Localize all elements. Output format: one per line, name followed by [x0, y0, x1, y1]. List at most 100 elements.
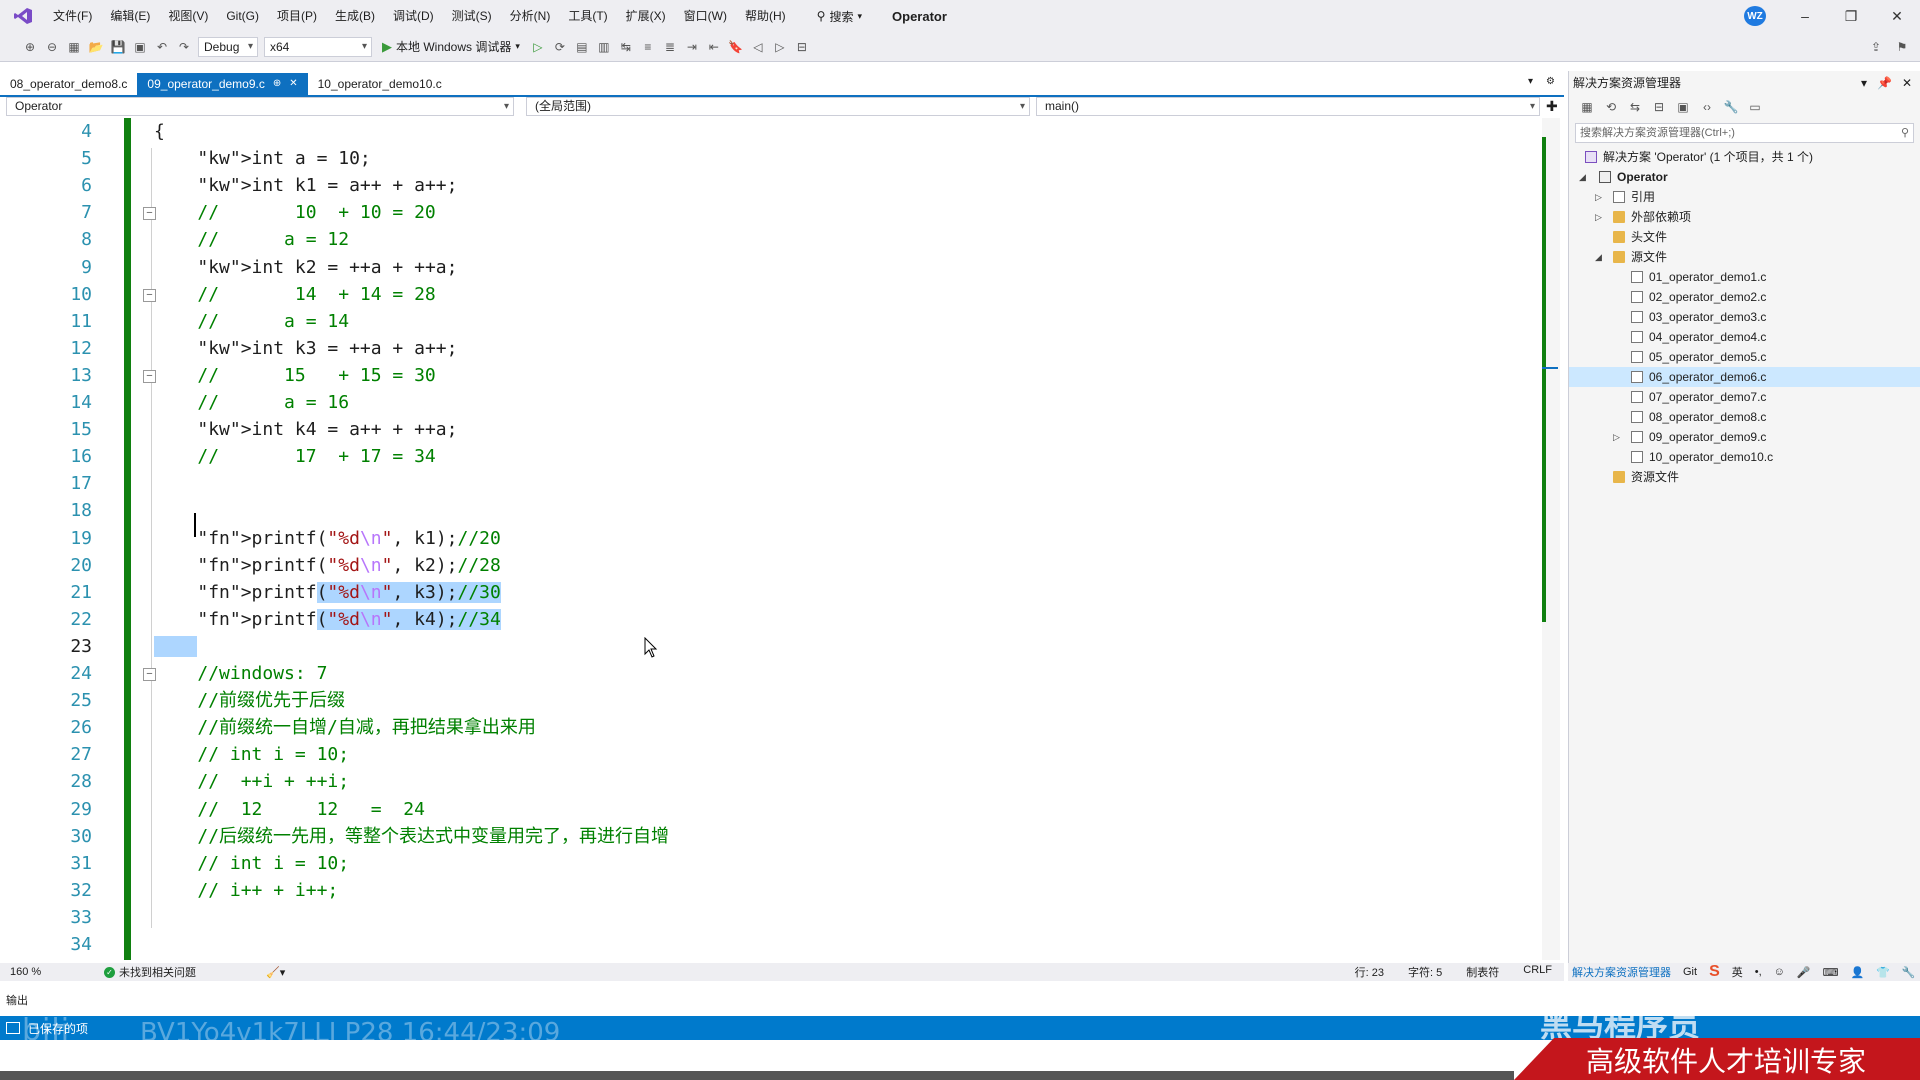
- collapse-region-icon[interactable]: −: [143, 207, 156, 221]
- code-line[interactable]: "kw">int a = 10;: [154, 145, 370, 172]
- tree-file[interactable]: 03_operator_demo3.c: [1569, 307, 1920, 327]
- start-debugging-button[interactable]: ▶ 本地 Windows 调试器 ▾: [378, 38, 524, 55]
- close-icon[interactable]: ✕: [1902, 71, 1912, 95]
- code-line[interactable]: // a = 12: [154, 226, 349, 253]
- output-pane-label[interactable]: 输出: [6, 992, 28, 1008]
- tree-resource-files[interactable]: 资源文件: [1569, 467, 1920, 487]
- view-code-icon[interactable]: ‹›: [1699, 99, 1715, 115]
- code-line[interactable]: {: [154, 118, 165, 145]
- code-line[interactable]: // ++i + ++i;: [154, 768, 349, 795]
- share-icon[interactable]: ⇪: [1868, 39, 1884, 55]
- bookmark-icon[interactable]: 🔖: [728, 39, 744, 55]
- zoom-dropdown[interactable]: 160 %: [10, 966, 70, 978]
- tab-overflow-icon[interactable]: ▾: [1528, 76, 1533, 87]
- tree-file[interactable]: 08_operator_demo8.c: [1569, 407, 1920, 427]
- user-avatar[interactable]: WZ: [1744, 6, 1766, 26]
- tree-project[interactable]: ◢ Operator: [1569, 167, 1920, 187]
- configuration-dropdown[interactable]: Debug: [198, 36, 258, 57]
- tree-source-files[interactable]: ◢ 源文件: [1569, 247, 1920, 267]
- search-button[interactable]: ⚲ 搜索 ▾: [809, 8, 870, 25]
- code-line[interactable]: //前缀统一自增/自减，再把结果拿出来用: [154, 714, 536, 741]
- tree-file[interactable]: 05_operator_demo5.c: [1569, 347, 1920, 367]
- code-line[interactable]: // a = 16: [154, 389, 349, 416]
- browse-icon[interactable]: ▤: [574, 39, 590, 55]
- layout-icon[interactable]: ▥: [596, 39, 612, 55]
- tree-file[interactable]: 02_operator_demo2.c: [1569, 287, 1920, 307]
- microphone-icon[interactable]: 🎤: [1797, 966, 1811, 979]
- menu-item[interactable]: 文件(F): [44, 0, 101, 32]
- pin-icon[interactable]: 📌: [1877, 71, 1892, 95]
- input-method-icon[interactable]: S: [1709, 963, 1720, 981]
- next-bookmark-icon[interactable]: ▷: [772, 39, 788, 55]
- code-line[interactable]: // a = 14: [154, 308, 349, 335]
- eol-indicator[interactable]: CRLF: [1523, 964, 1552, 980]
- tools-icon[interactable]: 🔧: [1902, 966, 1916, 979]
- user-icon[interactable]: 👤: [1850, 966, 1864, 979]
- issues-indicator[interactable]: ✓ 未找到相关问题: [104, 964, 196, 980]
- menu-item[interactable]: 项目(P): [268, 0, 326, 32]
- forward-nav-icon[interactable]: ⊖: [44, 39, 60, 55]
- code-line[interactable]: "kw">int k1 = a++ + a++;: [154, 172, 457, 199]
- pin-tab-icon[interactable]: ⊕: [273, 73, 281, 95]
- comment-icon[interactable]: ≡: [640, 39, 656, 55]
- code-line[interactable]: // int i = 10;: [154, 741, 349, 768]
- tree-references[interactable]: ▷ 引用: [1569, 187, 1920, 207]
- collapse-region-icon[interactable]: −: [143, 668, 156, 681]
- code-line[interactable]: [154, 633, 198, 660]
- menu-item[interactable]: 帮助(H): [736, 0, 795, 32]
- code-line[interactable]: "kw">int k3 = ++a + a++;: [154, 335, 457, 362]
- code-cleanup-icon[interactable]: 🧹▾: [266, 966, 285, 979]
- code-line[interactable]: //后缀统一先用，等整个表达式中变量用完了，再进行自增: [154, 823, 669, 850]
- tree-file[interactable]: 10_operator_demo10.c: [1569, 447, 1920, 467]
- collapse-region-icon[interactable]: −: [143, 288, 156, 302]
- code-line[interactable]: "fn">printf("%d\n", k3);//30: [154, 579, 501, 606]
- save-all-icon[interactable]: ▣: [132, 39, 148, 55]
- document-tab[interactable]: 09_operator_demo9.c ⊕ ✕: [137, 73, 308, 95]
- menu-item[interactable]: 编辑(E): [101, 0, 159, 32]
- platform-dropdown[interactable]: x64: [264, 36, 372, 57]
- menu-item[interactable]: 生成(B): [326, 0, 384, 32]
- code-line[interactable]: "fn">printf("%d\n", k4);//34: [154, 606, 501, 633]
- expanded-arrow-icon[interactable]: ◢: [1595, 247, 1602, 267]
- tree-file[interactable]: 01_operator_demo1.c: [1569, 267, 1920, 287]
- menu-item[interactable]: 扩展(X): [617, 0, 675, 32]
- menu-item[interactable]: Git(G): [217, 0, 268, 32]
- code-line[interactable]: // int i = 10;: [154, 850, 349, 877]
- code-line[interactable]: // i++ + i++;: [154, 877, 338, 904]
- indent-indicator[interactable]: 制表符: [1466, 964, 1499, 980]
- menu-item[interactable]: 视图(V): [159, 0, 217, 32]
- ime-punct-icon[interactable]: •,: [1755, 966, 1762, 978]
- new-project-icon[interactable]: ▦: [66, 39, 82, 55]
- code-line[interactable]: // 10 + 10 = 20: [154, 199, 435, 226]
- chevron-down-icon[interactable]: ▾: [1861, 71, 1867, 95]
- open-file-icon[interactable]: 📂: [88, 39, 104, 55]
- shirt-icon[interactable]: 👕: [1876, 966, 1890, 979]
- tree-file[interactable]: 06_operator_demo6.c: [1569, 367, 1920, 387]
- sync-icon[interactable]: ⇆: [1627, 99, 1643, 115]
- member-dropdown[interactable]: main(): [1036, 97, 1540, 116]
- save-icon[interactable]: 💾: [110, 39, 126, 55]
- expanded-arrow-icon[interactable]: ◢: [1579, 167, 1586, 187]
- document-tab[interactable]: 08_operator_demo8.c: [0, 73, 137, 95]
- ime-english-icon[interactable]: 英: [1732, 964, 1743, 980]
- preview-icon[interactable]: ▭: [1747, 99, 1763, 115]
- show-all-files-icon[interactable]: ▣: [1675, 99, 1691, 115]
- code-line[interactable]: "kw">int k2 = ++a + ++a;: [154, 254, 457, 281]
- visual-studio-logo-icon[interactable]: [12, 7, 34, 25]
- tab-solution-explorer[interactable]: 解决方案资源管理器: [1572, 964, 1671, 980]
- tree-file[interactable]: 04_operator_demo4.c: [1569, 327, 1920, 347]
- tree-solution[interactable]: 解决方案 'Operator' (1 个项目，共 1 个): [1569, 147, 1920, 167]
- restore-button[interactable]: ❐: [1828, 0, 1874, 32]
- hot-reload-icon[interactable]: ⟳: [552, 39, 568, 55]
- collapse-region-icon[interactable]: −: [143, 369, 156, 383]
- feedback-icon[interactable]: ⚑: [1894, 39, 1910, 55]
- properties-wrench-icon[interactable]: 🔧: [1723, 99, 1739, 115]
- ime-emoji-icon[interactable]: ☺: [1774, 966, 1785, 978]
- document-tab[interactable]: 10_operator_demo10.c: [308, 73, 452, 95]
- code-line[interactable]: //windows: 7: [154, 660, 327, 687]
- code-editor[interactable]: 4 5 6 7 8 9 10 11 12 13 14 15 16 17 18 19 20 21 22 23 24 25 26…: [6, 118, 1542, 960]
- collapsed-arrow-icon[interactable]: ▷: [1595, 187, 1602, 207]
- step-icon[interactable]: ↹: [618, 39, 634, 55]
- split-editor-icon[interactable]: ✚: [1546, 97, 1558, 117]
- uncomment-icon[interactable]: ≣: [662, 39, 678, 55]
